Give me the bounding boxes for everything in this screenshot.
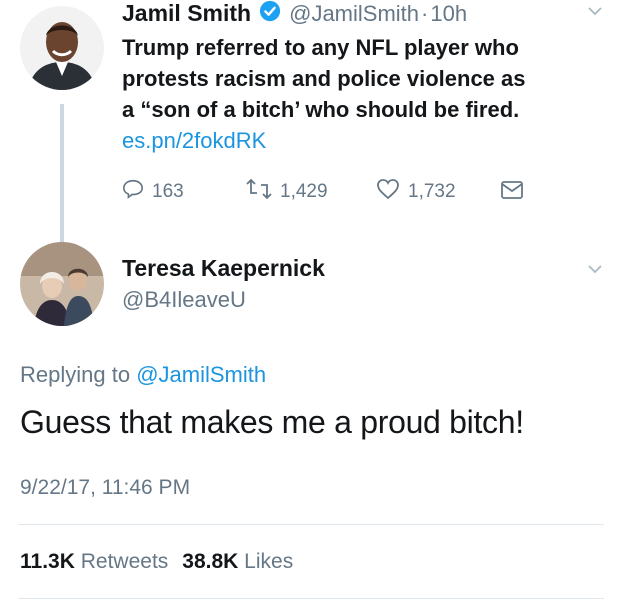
retweet-action[interactable]: 1,429 — [246, 178, 328, 206]
message-action[interactable] — [500, 180, 524, 206]
likes-label: Likes — [244, 550, 294, 573]
replying-to-label: Replying to — [20, 362, 131, 387]
tweet-text-line: protests racism and police violence as — [122, 66, 526, 91]
time-separator: · — [421, 0, 429, 26]
caret-down-icon[interactable] — [588, 4, 602, 23]
reply-action[interactable]: 163 — [122, 178, 184, 206]
retweets-label: Retweets — [80, 550, 169, 573]
message-icon — [500, 180, 524, 206]
divider — [18, 524, 604, 525]
reply-count: 163 — [152, 181, 184, 202]
reply-handle[interactable]: @B4IleaveU — [122, 287, 246, 313]
retweet-icon — [246, 178, 272, 206]
retweets-stat[interactable]: 11.3K Retweets — [20, 550, 168, 574]
verified-badge-icon — [259, 0, 281, 27]
replying-to-mention[interactable]: @JamilSmith — [136, 362, 266, 387]
tweet-time[interactable]: 10h — [430, 1, 467, 27]
thread-connector-line — [60, 104, 64, 244]
engagement-stats: 11.3K Retweets 38.8K Likes — [20, 550, 293, 574]
tweet-link[interactable]: es.pn/2fokdRK — [122, 125, 602, 156]
reply-timestamp[interactable]: 9/22/17, 11:46 PM — [20, 476, 190, 500]
reply-author-name[interactable]: Teresa Kaepernick — [122, 255, 325, 282]
jamil-smith-avatar[interactable] — [20, 6, 104, 90]
tweet-text-line: a “son of a bitch’ who should be fired. — [122, 97, 520, 122]
replying-to: Replying to @JamilSmith — [20, 362, 266, 388]
tweet-text: Trump referred to any NFL player who pro… — [122, 32, 602, 156]
tweet-handle[interactable]: @JamilSmith — [289, 1, 419, 27]
divider — [18, 598, 604, 599]
tweet-header: Jamil Smith @JamilSmith · 10h — [122, 0, 467, 27]
retweets-count: 11.3K — [20, 550, 75, 573]
like-action[interactable]: 1,732 — [376, 178, 456, 206]
like-icon — [376, 178, 400, 206]
teresa-kaepernick-avatar[interactable] — [20, 242, 104, 326]
tweet-author-name[interactable]: Jamil Smith — [122, 0, 251, 27]
reply-text: Guess that makes me a proud bitch! — [20, 404, 524, 440]
likes-count: 38.8K — [182, 550, 239, 573]
tweet-text-line: Trump referred to any NFL player who — [122, 35, 519, 60]
like-count: 1,732 — [408, 181, 456, 202]
caret-down-icon[interactable] — [588, 262, 602, 281]
retweet-count: 1,429 — [280, 181, 328, 202]
likes-stat[interactable]: 38.8K Likes — [182, 550, 293, 574]
reply-icon — [122, 178, 144, 206]
